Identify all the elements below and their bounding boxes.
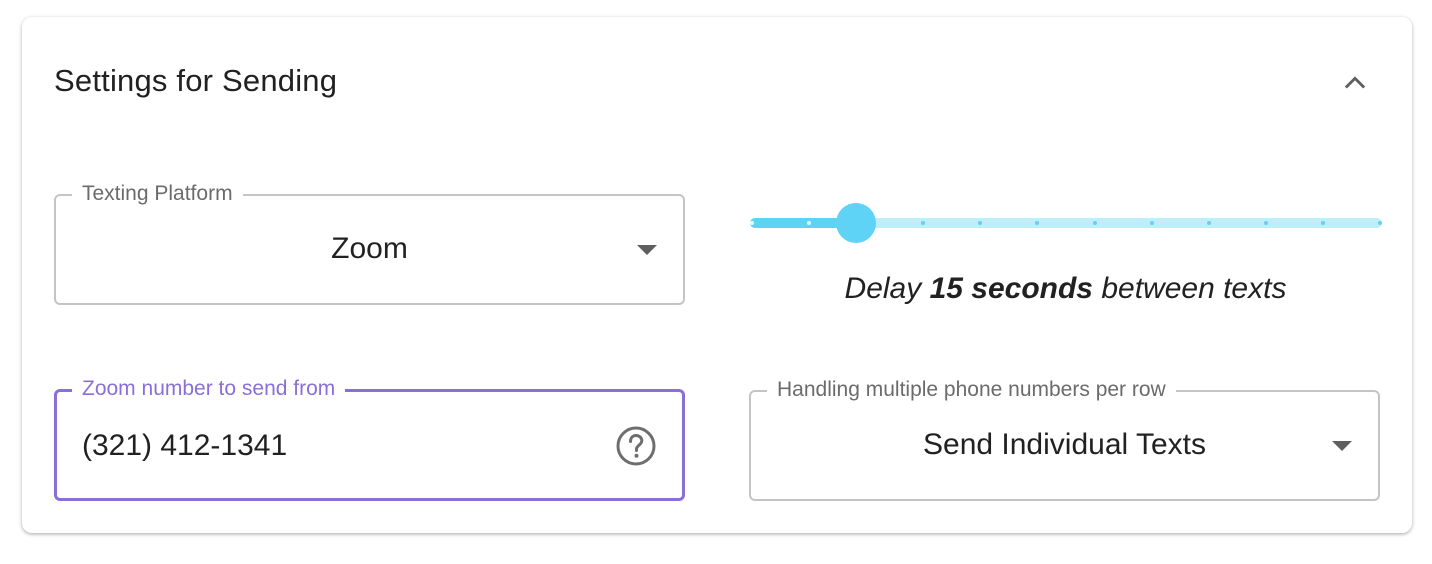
- collapse-button[interactable]: [1334, 62, 1376, 104]
- sending-settings-card: Settings for Sending Texting Platform Zo…: [22, 17, 1412, 533]
- caret-down-icon: [1332, 441, 1352, 451]
- slider-mark: [1378, 221, 1382, 225]
- multiple-numbers-value: Send Individual Texts: [923, 428, 1206, 461]
- zoom-number-label: Zoom number to send from: [72, 376, 346, 402]
- multiple-numbers-select[interactable]: Handling multiple phone numbers per row …: [749, 377, 1380, 501]
- delay-value: 15 seconds: [929, 272, 1093, 305]
- slider-mark: [1206, 221, 1211, 225]
- zoom-number-field: Zoom number to send from: [54, 376, 685, 501]
- delay-prefix: Delay: [844, 272, 922, 305]
- help-circle-icon[interactable]: [615, 425, 657, 467]
- slider-mark: [750, 221, 754, 225]
- slider-mark: [1320, 221, 1325, 225]
- zoom-number-input[interactable]: [82, 426, 582, 466]
- slider-mark: [1263, 221, 1268, 225]
- texting-platform-label: Texting Platform: [72, 181, 243, 207]
- slider-thumb[interactable]: [836, 203, 877, 243]
- multiple-numbers-label: Handling multiple phone numbers per row: [767, 377, 1176, 403]
- caret-down-icon: [637, 245, 657, 255]
- slider-mark: [1149, 221, 1154, 225]
- texting-platform-value: Zoom: [331, 232, 408, 265]
- chevron-up-icon: [1344, 76, 1366, 89]
- texting-platform-select[interactable]: Texting Platform Zoom: [54, 181, 685, 305]
- card-title: Settings for Sending: [54, 63, 338, 98]
- slider-mark: [1092, 221, 1097, 225]
- delay-suffix: between texts: [1101, 272, 1287, 305]
- delay-slider[interactable]: [750, 203, 1382, 243]
- delay-description: Delay 15 seconds between texts: [749, 272, 1382, 306]
